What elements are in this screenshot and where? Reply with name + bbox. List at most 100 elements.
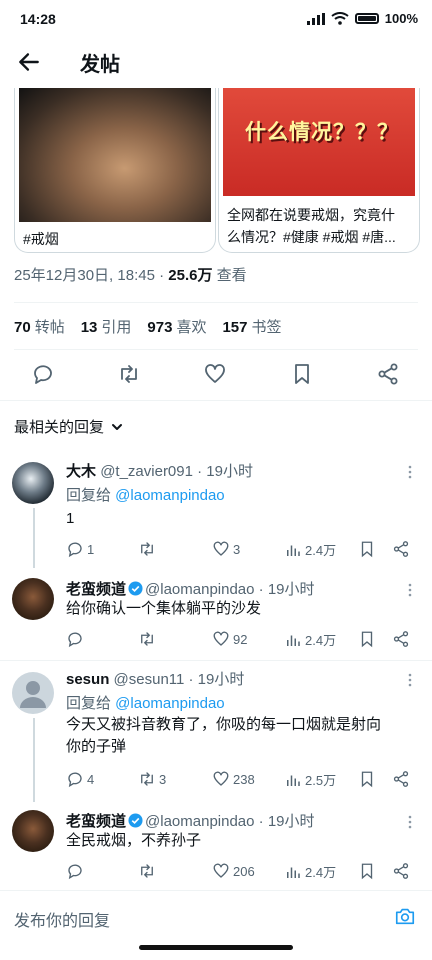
bookmark-icon[interactable] [358,862,376,880]
card-caption: 么情况？#健康 #戒烟 #唐... [227,229,396,245]
reply-actions: 1 3 2.4万 [66,540,418,560]
avatar[interactable] [12,462,54,504]
retweet-icon [141,632,153,646]
reply-to-handle[interactable]: @laomanpindao [115,487,224,504]
reply-icon [68,772,82,788]
reply-button[interactable] [66,630,87,648]
avatar[interactable] [12,578,54,620]
reply-item[interactable]: 大木 @t_zavier091 · 19小时 回复给 @laomanpindao… [0,456,432,568]
default-avatar-icon [20,681,46,708]
media-card[interactable]: #戒烟 [14,88,216,253]
reply-button[interactable]: 1 [66,540,94,558]
like-button[interactable]: 238 [212,770,255,788]
view-count: 25.6万 [168,267,213,284]
divider [14,349,418,350]
compose-input[interactable]: 发布你的回复 [14,907,110,931]
status-icons: 100% [306,11,418,26]
fist-image [19,88,211,222]
heart-icon [213,631,229,646]
battery-icon [354,13,379,24]
compose-reply-bar[interactable]: 发布你的回复 [0,890,432,943]
header: 发帖 [0,38,432,86]
heart-icon [213,863,229,878]
reply-author: 老蛮频道 [66,581,127,598]
signal-icon [306,12,325,25]
divider [0,400,432,401]
reply-item[interactable]: sesun @sesun11 · 19小时 回复给 @laomanpindao … [0,664,432,802]
reply-text: 1 [66,510,75,527]
retweet-button[interactable] [138,630,159,648]
views-button[interactable]: 2.4万 [284,862,336,881]
media-cards: #戒烟 什么情况？？？ 全网都在说要戒烟，究竟什 么情况？#健康 #戒烟 #唐.… [14,88,420,253]
reply-icon[interactable] [31,362,55,386]
reply-text: 你的子弹 [66,738,127,755]
back-arrow-icon[interactable] [16,49,42,75]
reply-header: sesun @sesun11 · 19小时 [66,668,244,689]
reply-to-line: 回复给 @laomanpindao [66,487,225,504]
share-icon[interactable] [392,630,410,648]
share-icon[interactable] [376,362,400,386]
reply-text: 给你确认一个集体躺平的沙发 [66,600,262,617]
reply-actions: 92 2.4万 [66,630,418,650]
chevron-down-icon [112,423,123,430]
like-button[interactable]: 206 [212,862,255,880]
battery-level: 100% [384,11,418,26]
share-icon[interactable] [392,862,410,880]
more-options-icon[interactable] [402,814,418,830]
reply-icon [68,632,82,648]
retweet-button[interactable]: 3 [138,770,166,788]
reply-icon [68,864,82,880]
retweet-icon[interactable] [117,362,141,386]
reply-sort-dropdown[interactable]: 最相关的回复 [14,416,124,437]
reply-to-line: 回复给 @laomanpindao [66,695,225,712]
media-card[interactable]: 什么情况？？？ 全网都在说要戒烟，究竟什 么情况？#健康 #戒烟 #唐... [218,88,420,253]
reply-button[interactable]: 4 [66,770,94,788]
views-button[interactable]: 2.4万 [284,540,336,559]
reply-icon [68,542,82,558]
heart-icon[interactable] [203,362,227,386]
thumbnail-image: 什么情况？？？ [223,88,415,196]
reply-button[interactable] [66,862,87,880]
post-actions [0,362,432,390]
post-stats: 70 转帖 13 引用 973 喜欢 157 书签 [14,316,282,337]
views-chart-icon [287,545,300,556]
avatar[interactable] [12,810,54,852]
views-button[interactable]: 2.4万 [284,630,336,649]
bookmark-icon[interactable] [358,540,376,558]
bookmark-icon[interactable] [358,630,376,648]
like-button[interactable]: 92 [212,630,247,648]
views-chart-icon [287,775,300,786]
retweet-button[interactable] [138,862,159,880]
bookmarks-stat[interactable]: 157 书签 [222,316,281,337]
reply-item[interactable]: 老蛮频道 @laomanpindao · 19小时 给你确认一个集体躺平的沙发 9… [0,574,432,660]
likes-stat[interactable]: 973 喜欢 [147,316,206,337]
share-icon[interactable] [392,770,410,788]
avatar[interactable] [12,672,54,714]
views-button[interactable]: 2.5万 [284,770,336,789]
reply-to-handle[interactable]: @laomanpindao [115,695,224,712]
status-bar: 14:28 100% [0,0,432,38]
reply-actions: 206 2.4万 [66,862,418,882]
retweet-button[interactable] [138,540,159,558]
views-label: 查看 [212,267,247,284]
bookmark-icon[interactable] [358,770,376,788]
bookmark-icon[interactable] [290,362,314,386]
more-options-icon[interactable] [402,464,418,480]
retweets-stat[interactable]: 70 转帖 [14,316,65,337]
like-button[interactable]: 3 [212,540,240,558]
camera-icon[interactable] [394,905,416,927]
share-icon[interactable] [392,540,410,558]
verified-badge-icon [128,581,143,596]
divider [14,302,418,303]
thread-line [33,718,35,802]
home-indicator [139,945,293,950]
quotes-stat[interactable]: 13 引用 [81,316,132,337]
more-options-icon[interactable] [402,672,418,688]
reply-text: 全民戒烟，不养孙子 [66,832,202,849]
verified-badge-icon [128,813,143,828]
sort-label: 最相关的回复 [14,419,105,436]
page-title: 发帖 [80,53,120,76]
status-time: 14:28 [20,11,56,27]
more-options-icon[interactable] [402,582,418,598]
reply-item[interactable]: 老蛮频道 @laomanpindao · 19小时 全民戒烟，不养孙子 206 2… [0,806,432,888]
